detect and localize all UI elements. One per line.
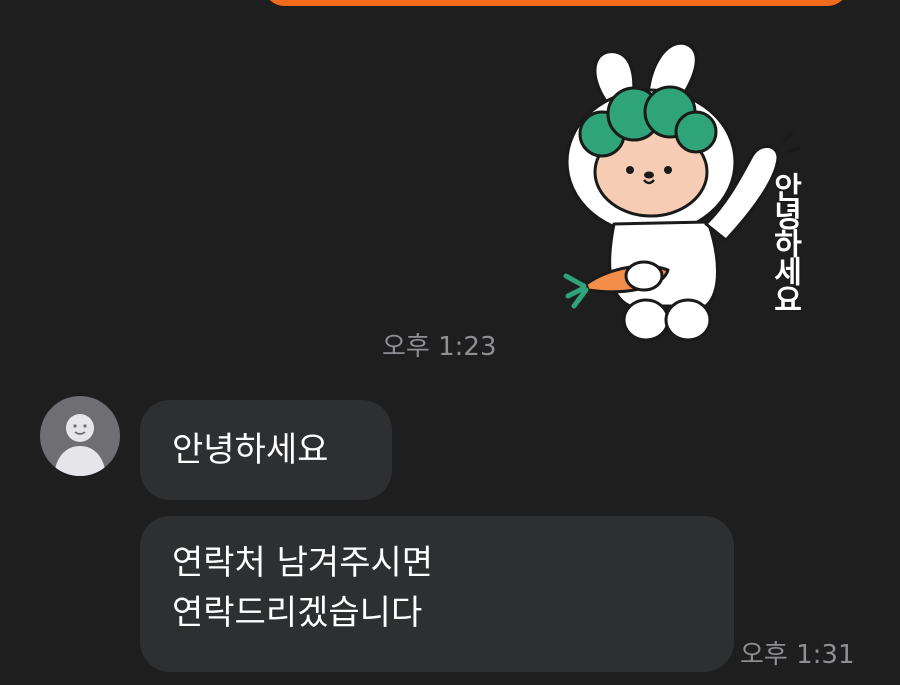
outgoing-message-bubble[interactable]: [262, 0, 850, 6]
incoming-message-bubble[interactable]: 안녕하세요: [140, 400, 392, 500]
message-text-line: 연락처 남겨주시면: [172, 543, 434, 583]
sticker-caption: 안녕하세요: [766, 171, 803, 313]
message-text-line: 연락드리겠습니다: [172, 593, 423, 633]
message-text: 안녕하세요: [172, 430, 329, 470]
chat-room: 안녕하세요 오후 1:23 안녕하세요 연락처 남겨주시면 연락드리겠습니다 오…: [0, 0, 900, 685]
profile-avatar[interactable]: [40, 396, 120, 476]
default-profile-icon: [54, 414, 106, 476]
incoming-message-bubble[interactable]: 연락처 남겨주시면 연락드리겠습니다: [140, 516, 734, 672]
message-timestamp: 오후 1:23: [382, 332, 497, 362]
bunny-waving-sticker[interactable]: 안녕하세요: [556, 34, 816, 346]
message-timestamp: 오후 1:31: [740, 640, 855, 670]
